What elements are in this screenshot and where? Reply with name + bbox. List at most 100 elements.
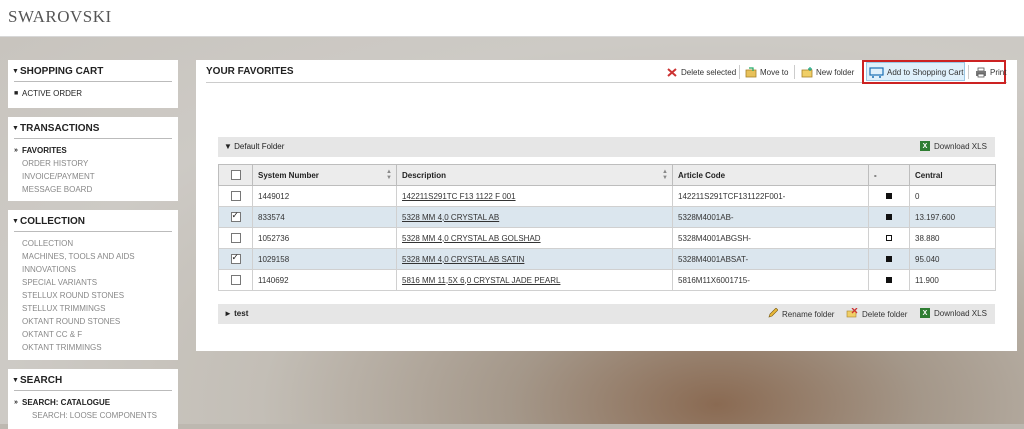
swarovski-logo[interactable]: SWAROVSKI xyxy=(8,7,112,27)
row-checkbox-cell[interactable] xyxy=(218,185,253,207)
table-row[interactable]: 1052736 5328 MM 4,0 CRYSTAL AB GOLSHAD 5… xyxy=(218,227,996,249)
folder-bar-test: ► test Rename folder Delete folder X Down… xyxy=(218,304,995,324)
table-row[interactable]: 1029158 5328 MM 4,0 CRYSTAL AB SATIN 532… xyxy=(218,248,996,270)
arrow-bullet-icon: » xyxy=(14,147,18,154)
description-cell: 5816 MM 11,5X 6,0 CRYSTAL JADE PEARL xyxy=(396,269,673,291)
sidebar-heading-collection[interactable]: ▼ COLLECTION xyxy=(12,214,172,232)
central-cell: 13.197.600 xyxy=(909,206,996,228)
new-folder-button[interactable]: New folder xyxy=(801,65,854,79)
sidebar-heading-search[interactable]: ▼ SEARCH xyxy=(12,373,172,391)
row-checkbox[interactable] xyxy=(230,275,241,285)
column-header-article-code[interactable]: Article Code xyxy=(672,164,869,186)
column-header-system-number[interactable]: System Number ▲ ▼ xyxy=(252,164,397,186)
row-checkbox-cell[interactable] xyxy=(218,269,253,291)
sidebar-item-innovations[interactable]: INNOVATIONS xyxy=(14,263,172,276)
sidebar-item-oktant-round-stones[interactable]: OKTANT ROUND STONES xyxy=(14,315,172,328)
sidebar-item-invoice-payment[interactable]: INVOICE/PAYMENT xyxy=(14,170,172,183)
central-cell: 38.880 xyxy=(909,227,996,249)
favorites-panel: YOUR FAVORITES Delete selected Move to N… xyxy=(196,60,1017,351)
status-square-icon xyxy=(886,255,892,262)
table-row[interactable]: 1140692 5816 MM 11,5X 6,0 CRYSTAL JADE P… xyxy=(218,269,996,291)
article-code-cell: 5328M4001AB- xyxy=(672,206,869,228)
page-title: YOUR FAVORITES xyxy=(206,66,294,77)
description-link[interactable]: 5328 MM 4,0 CRYSTAL AB SATIN xyxy=(402,255,524,264)
sort-arrows-icon[interactable]: ▲ ▼ xyxy=(386,169,392,181)
toolbar-separator xyxy=(794,65,795,79)
column-header-central[interactable]: Central xyxy=(909,164,996,186)
folder-toggle-default[interactable]: ▼ Default Folder xyxy=(224,142,284,151)
column-header-status: - xyxy=(868,164,910,186)
collapse-triangle-icon: ▼ xyxy=(12,68,19,75)
system-number-cell: 1449012 xyxy=(252,185,397,207)
row-checkbox-cell[interactable] xyxy=(218,206,253,228)
rename-folder-button[interactable]: Rename folder xyxy=(768,307,834,320)
sort-arrows-icon[interactable]: ▲ ▼ xyxy=(662,169,668,181)
printer-icon xyxy=(975,67,987,78)
table-row[interactable]: 833574 5328 MM 4,0 CRYSTAL AB 5328M4001A… xyxy=(218,206,996,228)
description-link[interactable]: 142211S291TC F13 1122 F 001 xyxy=(402,192,516,201)
folder-toggle-test[interactable]: ► test xyxy=(224,309,248,318)
delete-folder-button[interactable]: Delete folder xyxy=(846,307,907,320)
arrow-bullet-icon: » xyxy=(14,399,18,406)
article-code-cell: 142211S291TCF131122F001- xyxy=(672,185,869,207)
description-cell: 5328 MM 4,0 CRYSTAL AB xyxy=(396,206,673,228)
sidebar-panel-shopping-cart: ▼ SHOPPING CART ■ ACTIVE ORDER xyxy=(8,60,178,108)
status-cell xyxy=(868,227,910,249)
sidebar-item-machines-tools[interactable]: MACHINES, TOOLS AND AIDS xyxy=(14,250,172,263)
column-header-description[interactable]: Description ▲ ▼ xyxy=(396,164,673,186)
description-cell: 142211S291TC F13 1122 F 001 xyxy=(396,185,673,207)
status-cell xyxy=(868,248,910,270)
sidebar-item-message-board[interactable]: MESSAGE BOARD xyxy=(14,183,172,196)
status-hollow-square-icon xyxy=(886,234,892,241)
description-link[interactable]: 5328 MM 4,0 CRYSTAL AB GOLSHAD xyxy=(402,234,541,243)
sidebar-item-stellux-round-stones[interactable]: STELLUX ROUND STONES xyxy=(14,289,172,302)
status-square-icon xyxy=(886,213,892,220)
download-xls-button[interactable]: X Download XLS xyxy=(920,308,987,318)
print-button[interactable]: Print xyxy=(975,65,1006,79)
status-cell xyxy=(868,269,910,291)
sidebar-item-search-catalogue[interactable]: » SEARCH: CATALOGUE xyxy=(14,396,172,409)
article-code-cell: 5328M4001ABGSH- xyxy=(672,227,869,249)
row-checkbox[interactable] xyxy=(230,210,241,222)
collapse-triangle-icon: ▼ xyxy=(12,377,19,384)
sidebar-item-special-variants[interactable]: SPECIAL VARIANTS xyxy=(14,276,172,289)
sidebar-item-collection[interactable]: COLLECTION xyxy=(14,237,172,250)
select-all-checkbox[interactable] xyxy=(218,164,253,186)
sidebar-item-favorites[interactable]: » FAVORITES xyxy=(14,144,172,157)
checkbox[interactable] xyxy=(230,170,241,180)
toolbar-separator xyxy=(739,65,740,79)
sidebar-item-search-loose-components[interactable]: SEARCH: LOOSE COMPONENTS xyxy=(14,409,172,422)
sidebar-heading-transactions[interactable]: ▼ TRANSACTIONS xyxy=(12,121,172,139)
sidebar-item-oktant-cc-f[interactable]: OKTANT CC & F xyxy=(14,328,172,341)
description-cell: 5328 MM 4,0 CRYSTAL AB SATIN xyxy=(396,248,673,270)
move-folder-icon xyxy=(745,66,757,78)
shopping-cart-icon xyxy=(869,66,884,78)
sidebar-item-stellux-trimmings[interactable]: STELLUX TRIMMINGS xyxy=(14,302,172,315)
table-row[interactable]: 1449012 142211S291TC F13 1122 F 001 1422… xyxy=(218,185,996,207)
new-folder-icon xyxy=(801,66,813,78)
status-cell xyxy=(868,185,910,207)
table-header-row: System Number ▲ ▼ Description ▲ ▼ Article Co… xyxy=(218,164,996,186)
description-link[interactable]: 5328 MM 4,0 CRYSTAL AB xyxy=(402,213,499,222)
delete-selected-button[interactable]: Delete selected xyxy=(666,65,736,79)
download-xls-button[interactable]: X Download XLS xyxy=(920,141,987,151)
add-to-shopping-cart-button[interactable]: Add to Shopping Cart xyxy=(869,65,964,79)
system-number-cell: 1140692 xyxy=(252,269,397,291)
pencil-icon xyxy=(768,307,779,320)
sidebar-item-order-history[interactable]: ORDER HISTORY xyxy=(14,157,172,170)
description-cell: 5328 MM 4,0 CRYSTAL AB GOLSHAD xyxy=(396,227,673,249)
sidebar-item-active-order[interactable]: ■ ACTIVE ORDER xyxy=(14,87,172,100)
description-link[interactable]: 5816 MM 11,5X 6,0 CRYSTAL JADE PEARL xyxy=(402,276,560,285)
row-checkbox[interactable] xyxy=(230,191,241,201)
central-cell: 0 xyxy=(909,185,996,207)
row-checkbox-cell[interactable] xyxy=(218,227,253,249)
system-number-cell: 833574 xyxy=(252,206,397,228)
row-checkbox[interactable] xyxy=(230,252,241,264)
row-checkbox[interactable] xyxy=(230,233,241,243)
row-checkbox-cell[interactable] xyxy=(218,248,253,270)
sidebar-heading-shopping-cart[interactable]: ▼ SHOPPING CART xyxy=(12,64,172,82)
collapse-triangle-icon: ▼ xyxy=(12,218,19,225)
favorites-table: System Number ▲ ▼ Description ▲ ▼ Article Co… xyxy=(218,164,996,291)
move-to-button[interactable]: Move to xyxy=(745,65,788,79)
sidebar-item-oktant-trimmings[interactable]: OKTANT TRIMMINGS xyxy=(14,341,172,354)
